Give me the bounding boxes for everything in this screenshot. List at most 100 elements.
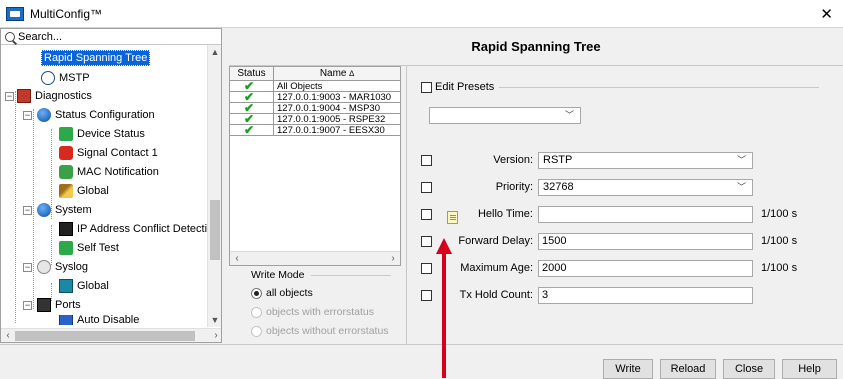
maximum-age-unit: 1/100 s (761, 262, 798, 274)
edit-presets-checkbox[interactable] (421, 82, 432, 93)
button-bar: Write Reload Close Help (0, 344, 843, 379)
collapse-icon[interactable]: − (5, 92, 14, 101)
tx-hold-count-checkbox[interactable] (421, 290, 432, 301)
priority-label: Priority: (495, 181, 533, 193)
radio-objects-without-errorstatus[interactable]: objects without errorstatus (251, 325, 389, 337)
forward-delay-checkbox[interactable] (421, 236, 432, 247)
priority-value: 32768 (543, 181, 574, 193)
app-icon (6, 6, 24, 21)
tree-view: Rapid Spanning Tree MSTP − Diagnostics −… (1, 45, 221, 325)
blue-ball-icon (37, 108, 51, 122)
table-row[interactable]: ✔ 127.0.0.1:9007 - EESX30 (230, 123, 400, 137)
radio-all-objects[interactable]: all objects (251, 287, 313, 299)
scroll-left-icon[interactable]: ‹ (1, 329, 15, 342)
priority-checkbox[interactable] (421, 182, 432, 193)
tree-item-label: System (55, 204, 92, 216)
scroll-thumb[interactable] (15, 331, 195, 341)
table-cell-name: 127.0.0.1:9005 - RSPE32 (274, 114, 400, 125)
preset-dropdown[interactable]: ﹀ (429, 107, 581, 124)
radio-selected-icon (251, 287, 262, 299)
tree-item-syslog[interactable]: Syslog (37, 258, 88, 276)
table-row[interactable]: ✔ All Objects (230, 80, 400, 92)
tree-item-diagnostics[interactable]: Diagnostics (17, 87, 92, 105)
reload-button[interactable]: Reload (660, 359, 716, 379)
tree-item-auto-disable[interactable]: Auto Disable (59, 315, 139, 325)
tree-item-mac-notification[interactable]: MAC Notification (59, 163, 159, 181)
edit-presets-label: Edit Presets (435, 81, 495, 93)
tree-item-self-test[interactable]: Self Test (59, 239, 119, 257)
close-button[interactable]: Close (723, 359, 775, 379)
tree-item-rapid-spanning-tree[interactable]: Rapid Spanning Tree (41, 49, 151, 67)
tree-item-ip-address-conflict[interactable]: IP Address Conflict Detection In (59, 220, 221, 238)
hello-time-checkbox[interactable] (421, 209, 432, 220)
search-field[interactable]: Search... (1, 29, 221, 45)
hello-time-unit: 1/100 s (761, 208, 798, 220)
tree-item-label: Diagnostics (35, 90, 92, 102)
tree-item-label: Auto Disable (77, 315, 140, 325)
help-button[interactable]: Help (782, 359, 837, 379)
table-horizontal-scrollbar[interactable]: ‹ › (230, 251, 400, 265)
scroll-right-icon[interactable]: › (386, 252, 400, 265)
tree-item-global[interactable]: Global (59, 182, 109, 200)
scroll-thumb[interactable] (210, 200, 220, 260)
chevron-down-icon: ﹀ (564, 110, 574, 120)
tx-hold-count-input[interactable]: 3 (538, 287, 753, 304)
tree-item-label: Syslog (55, 261, 89, 273)
teal-icon (59, 279, 73, 293)
column-header-name[interactable]: Name ∆ (274, 67, 400, 80)
tree-item-label: Ports (55, 299, 81, 311)
tree-vertical-scrollbar[interactable]: ▲ ▼ (207, 45, 221, 327)
parameter-form: Edit Presets ﹀ Version: RSTP ﹀ Priority:… (406, 66, 843, 344)
status-table: Status Name ∆ ✔ All Objects ✔ 127.0.0.1:… (229, 66, 401, 266)
signal-contact-icon (59, 146, 73, 160)
tree-item-status-configuration[interactable]: Status Configuration (37, 106, 155, 124)
radio-objects-with-errorstatus[interactable]: objects with errorstatus (251, 306, 374, 318)
tree-item-label: Rapid Spanning Tree (41, 50, 151, 66)
page-title: Rapid Spanning Tree (229, 28, 843, 66)
maximum-age-input[interactable]: 2000 (538, 260, 753, 277)
collapse-icon[interactable]: − (23, 206, 32, 215)
tree-horizontal-scrollbar[interactable]: ‹ › (1, 328, 221, 342)
tree-item-mstp[interactable]: MSTP (41, 69, 90, 87)
forward-delay-unit: 1/100 s (761, 235, 798, 247)
scroll-left-icon[interactable]: ‹ (230, 252, 244, 265)
close-icon[interactable]: ✕ (820, 5, 833, 23)
version-dropdown[interactable]: RSTP ﹀ (538, 152, 753, 169)
collapse-icon[interactable]: − (23, 301, 32, 310)
window-title: MultiConfig™ (30, 6, 103, 21)
ok-check-icon: ✔ (244, 123, 255, 137)
syslog-icon (37, 260, 51, 274)
table-row[interactable]: ✔ 127.0.0.1:9005 - RSPE32 (230, 113, 400, 125)
group-divider (311, 275, 391, 276)
tree-item-signal-contact-1[interactable]: Signal Contact 1 (59, 144, 158, 162)
ports-icon (37, 298, 51, 312)
search-placeholder: Search... (18, 30, 63, 43)
scroll-up-icon[interactable]: ▲ (208, 45, 221, 59)
annotation-arrow-shaft (442, 250, 446, 378)
tree-item-syslog-global[interactable]: Global (59, 277, 109, 295)
scroll-right-icon[interactable]: › (209, 329, 221, 342)
table-cell-name: 127.0.0.1:9003 - MAR1030 (274, 92, 400, 103)
scroll-down-icon[interactable]: ▼ (208, 313, 221, 327)
tx-hold-count-label: Tx Hold Count: (459, 289, 533, 301)
maximum-age-checkbox[interactable] (421, 263, 432, 274)
table-row[interactable]: ✔ 127.0.0.1:9003 - MAR1030 (230, 91, 400, 103)
forward-delay-input[interactable]: 1500 (538, 233, 753, 250)
write-mode-group: Write Mode all objects objects with erro… (229, 266, 401, 344)
table-row[interactable]: ✔ 127.0.0.1:9004 - MSP30 (230, 102, 400, 114)
column-header-label: Name (319, 68, 347, 79)
hello-time-input[interactable] (538, 206, 753, 223)
write-button[interactable]: Write (603, 359, 653, 379)
radio-label: all objects (266, 287, 313, 299)
title-bar: MultiConfig™ ✕ (0, 0, 843, 28)
tree-item-device-status[interactable]: Device Status (59, 125, 145, 143)
tree-item-ports[interactable]: Ports (37, 296, 81, 314)
note-icon (447, 211, 458, 224)
search-icon (5, 31, 15, 42)
tree-item-system[interactable]: System (37, 201, 92, 219)
collapse-icon[interactable]: − (23, 263, 32, 272)
priority-dropdown[interactable]: 32768 ﹀ (538, 179, 753, 196)
collapse-icon[interactable]: − (23, 111, 32, 120)
check-status-icon (59, 127, 73, 141)
version-checkbox[interactable] (421, 155, 432, 166)
